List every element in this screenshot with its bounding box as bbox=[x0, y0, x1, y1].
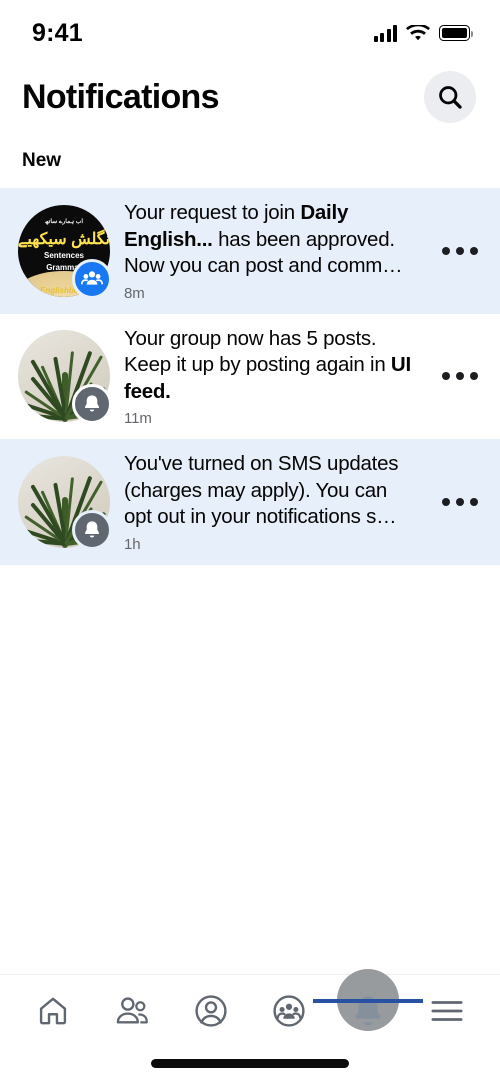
more-options-icon bbox=[456, 497, 464, 506]
notification-row[interactable]: Your group now has 5 posts. Keep it up b… bbox=[0, 313, 500, 439]
avatar-badge bbox=[72, 509, 112, 550]
search-button[interactable] bbox=[424, 71, 476, 123]
section-header-new: New bbox=[0, 136, 500, 188]
home-indicator bbox=[0, 1046, 500, 1080]
more-options-button[interactable] bbox=[436, 478, 484, 526]
notification-text-segment: Your request to join bbox=[124, 201, 301, 224]
groups-icon bbox=[273, 994, 305, 1027]
notification-row[interactable]: You've turned on SMS updates (charges ma… bbox=[0, 439, 500, 565]
nav-item-home[interactable] bbox=[25, 983, 81, 1039]
notification-text-segment: You've turned on SMS updates (charges ma… bbox=[124, 452, 399, 528]
more-options-button[interactable] bbox=[436, 352, 484, 400]
more-options-icon bbox=[442, 246, 450, 255]
section-label: New bbox=[22, 150, 62, 171]
avatar-text-line: سپوکن انگلش سیکھیے bbox=[18, 230, 110, 248]
nav-item-profile[interactable] bbox=[183, 983, 239, 1039]
nav-item-notifications[interactable] bbox=[312, 968, 423, 1039]
notification-body: You've turned on SMS updates (charges ma… bbox=[124, 451, 422, 553]
search-icon bbox=[439, 86, 462, 109]
page-header: Notifications bbox=[0, 58, 500, 136]
avatar-badge bbox=[72, 384, 112, 425]
more-options-button[interactable] bbox=[436, 227, 484, 275]
bell-badge-icon bbox=[84, 521, 100, 538]
notification-timestamp: 11m bbox=[124, 410, 152, 427]
notification-timestamp: 1h bbox=[124, 535, 141, 553]
home-indicator-bar bbox=[151, 1058, 349, 1068]
more-options-icon bbox=[470, 372, 478, 381]
status-bar-time: 9:41 bbox=[32, 18, 83, 47]
notification-body: Your group now has 5 posts. Keep it up b… bbox=[124, 326, 422, 428]
home-icon bbox=[40, 997, 67, 1024]
status-bar-indicators bbox=[373, 24, 474, 42]
more-options-icon bbox=[442, 372, 450, 381]
friends-icon bbox=[116, 996, 148, 1024]
notification-row[interactable]: اب ہمارے ساتھ سپوکن انگلش سیکھیے Sentences… bbox=[0, 188, 500, 314]
signal-bars-icon bbox=[373, 24, 397, 42]
avatar-badge bbox=[72, 258, 112, 299]
notification-timestamp: 8m bbox=[124, 284, 145, 302]
avatar[interactable] bbox=[18, 330, 112, 425]
group-badge-icon bbox=[81, 271, 103, 285]
notification-text-segment: Your group now has 5 posts. Keep it up b… bbox=[124, 326, 391, 377]
avatar[interactable]: اب ہمارے ساتھ سپوکن انگلش سیکھیے Sentences… bbox=[18, 204, 112, 299]
bell-badge-icon bbox=[84, 395, 100, 412]
avatar[interactable] bbox=[18, 455, 112, 550]
nav-item-friends[interactable] bbox=[104, 983, 160, 1039]
notification-text: Your request to join Daily English... ha… bbox=[124, 200, 416, 280]
bottom-navigation-bar bbox=[0, 968, 500, 1046]
nav-item-menu[interactable] bbox=[419, 983, 475, 1039]
more-options-icon bbox=[470, 497, 478, 506]
avatar-text-line: Sentences bbox=[43, 250, 85, 260]
status-bar: 9:41 bbox=[0, 0, 500, 58]
wifi-icon bbox=[406, 24, 430, 40]
notifications-screen: 9:41 Notifications New اب ہمارے ساتھ سپوک… bbox=[0, 0, 500, 1080]
more-options-icon bbox=[442, 497, 450, 506]
more-options-icon bbox=[456, 372, 464, 381]
more-options-icon bbox=[456, 246, 464, 255]
page-title: Notifications bbox=[22, 77, 219, 116]
nav-item-groups[interactable] bbox=[261, 983, 317, 1039]
notification-list: اب ہمارے ساتھ سپوکن انگلش سیکھیے Sentences… bbox=[0, 188, 500, 769]
avatar-text-line: اب ہمارے ساتھ bbox=[44, 218, 84, 225]
more-options-icon bbox=[470, 246, 478, 255]
notification-text: You've turned on SMS updates (charges ma… bbox=[124, 451, 416, 531]
content-spacer bbox=[0, 769, 500, 974]
bell-icon bbox=[355, 995, 381, 1026]
battery-full-icon bbox=[439, 25, 474, 41]
profile-icon bbox=[195, 994, 227, 1027]
notification-body: Your request to join Daily English... ha… bbox=[124, 200, 422, 302]
hamburger-menu-icon bbox=[431, 1000, 463, 1021]
notification-text: Your group now has 5 posts. Keep it up b… bbox=[124, 326, 416, 406]
